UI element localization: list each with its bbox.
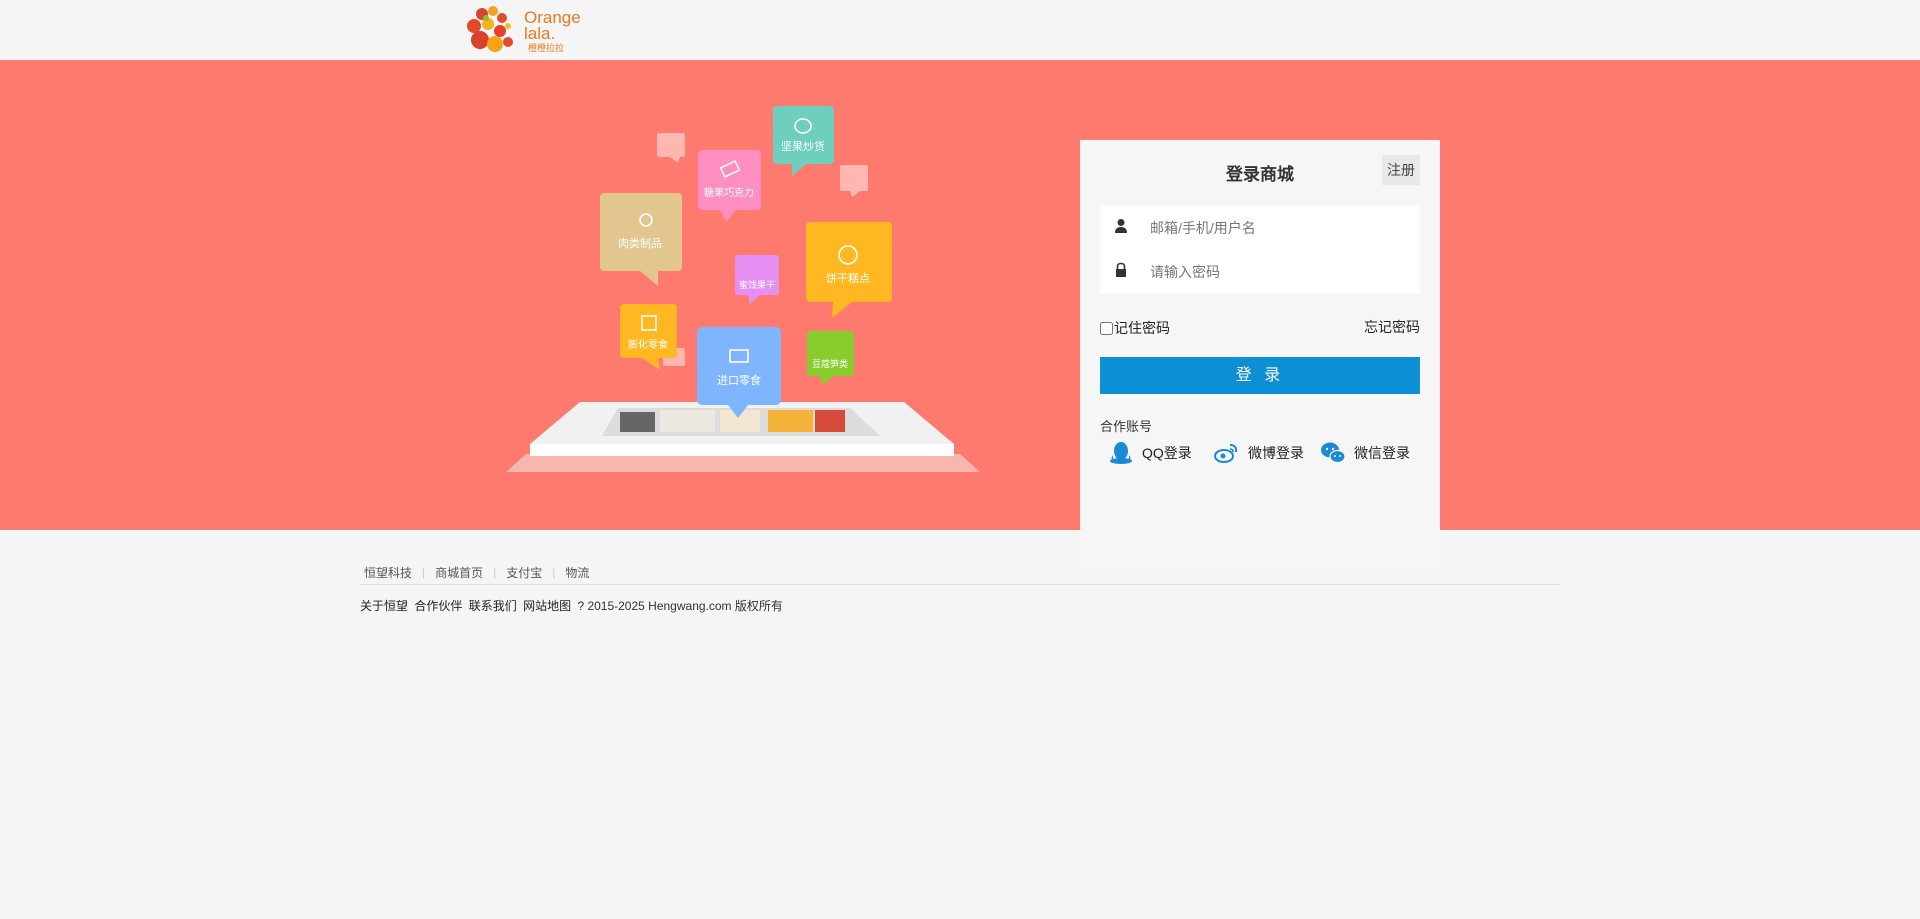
qq-icon [1110,442,1132,464]
bubble-biscuits: 饼干糕点 [806,222,892,318]
wechat-login-button[interactable]: 微信登录 [1320,440,1410,466]
user-icon [1115,219,1127,233]
forget-password-link[interactable]: 忘记密码 [1364,317,1420,337]
footer: 恒望科技 | 商城首页 | 支付宝 | 物流 关于恒望 合作伙伴 联系我们 网站… [360,560,1560,614]
footer-separator: | [422,565,426,579]
footer-link-hengwang[interactable]: 恒望科技 [364,564,412,581]
footer-link-alipay[interactable]: 支付宝 [506,564,542,581]
footer-separator: | [493,565,497,579]
password-input[interactable] [1150,258,1410,286]
bubble-meat: 肉类制品 [600,193,682,286]
wechat-icon [1321,442,1346,464]
tablet-shadow [506,454,980,472]
bubble-dried-fruit: 蜜饯果干 [735,255,779,304]
bubble-beans: 豆蔻笋类 [807,331,854,385]
weibo-login-label: 微博登录 [1248,445,1304,461]
bubble-imported-snacks: 进口零食 [697,327,781,418]
qq-login-label: QQ登录 [1142,445,1192,461]
brand-logo[interactable]: Orange lala. 橙橙拉拉 [466,4,586,56]
copyright-text: ? 2015-2025 Hengwang.com 版权所有 [577,599,783,613]
wechat-login-label: 微信登录 [1354,445,1410,461]
lock-icon [1116,262,1126,277]
remember-password: 记住密码 [1100,318,1170,338]
footer-separator: | [552,565,556,579]
footer-link-about[interactable]: 关于恒望 [360,599,408,613]
login-panel: 登录商城 注册 记住密码 忘记密码 登 录 [1080,140,1440,570]
weibo-icon [1214,444,1238,463]
password-row [1100,250,1420,294]
svg-text:膨化零食: 膨化零食 [628,338,668,351]
svg-text:豆蔻笋类: 豆蔻笋类 [812,358,848,369]
brand-name: Orange lala. [524,8,581,43]
svg-text:饼干糕点: 饼干糕点 [826,271,870,285]
login-button[interactable]: 登 录 [1100,357,1420,394]
orange-dots-logo-icon [467,6,513,52]
footer-link-logistics[interactable]: 物流 [565,564,589,581]
partner-accounts-label: 合作账号 [1100,419,1153,434]
remember-label: 记住密码 [1114,320,1170,336]
bubble-candy: 糖果巧克力 [698,150,761,222]
register-button[interactable]: 注册 [1382,155,1420,185]
header: Orange lala. 橙橙拉拉 [0,0,1920,60]
svg-text:糖果巧克力: 糖果巧克力 [704,186,754,199]
login-fields [1100,206,1420,294]
copyright-line: 关于恒望 合作伙伴 联系我们 网站地图 ? 2015-2025 Hengwang… [360,597,1560,614]
remember-checkbox[interactable] [1100,321,1113,335]
svg-text:坚果炒货: 坚果炒货 [781,139,825,153]
snack-categories-illustration: 坚果炒货 糖果巧克力 肉类制品 蜜饯果干 饼干糕点 膨化零食 进口零食 豆蔻笋类 [506,106,980,472]
footer-link-sitemap[interactable]: 网站地图 [523,599,571,613]
svg-text:进口零食: 进口零食 [717,373,761,387]
weibo-login-button[interactable]: 微博登录 [1214,440,1304,466]
footer-link-home[interactable]: 商城首页 [435,564,483,581]
footer-links: 恒望科技 | 商城首页 | 支付宝 | 物流 [360,560,1560,585]
footer-link-partners[interactable]: 合作伙伴 [414,599,462,613]
qq-login-button[interactable]: QQ登录 [1108,440,1192,466]
svg-text:肉类制品: 肉类制品 [618,236,662,250]
svg-text:蜜饯果干: 蜜饯果干 [739,279,775,290]
bubble-nuts: 坚果炒货 [773,106,834,176]
footer-link-contact[interactable]: 联系我们 [469,599,517,613]
username-row [1100,206,1420,250]
username-input[interactable] [1150,214,1410,242]
banner: 坚果炒货 糖果巧克力 肉类制品 蜜饯果干 饼干糕点 膨化零食 进口零食 豆蔻笋类… [0,60,1920,570]
brand-subtitle: 橙橙拉拉 [528,44,565,54]
